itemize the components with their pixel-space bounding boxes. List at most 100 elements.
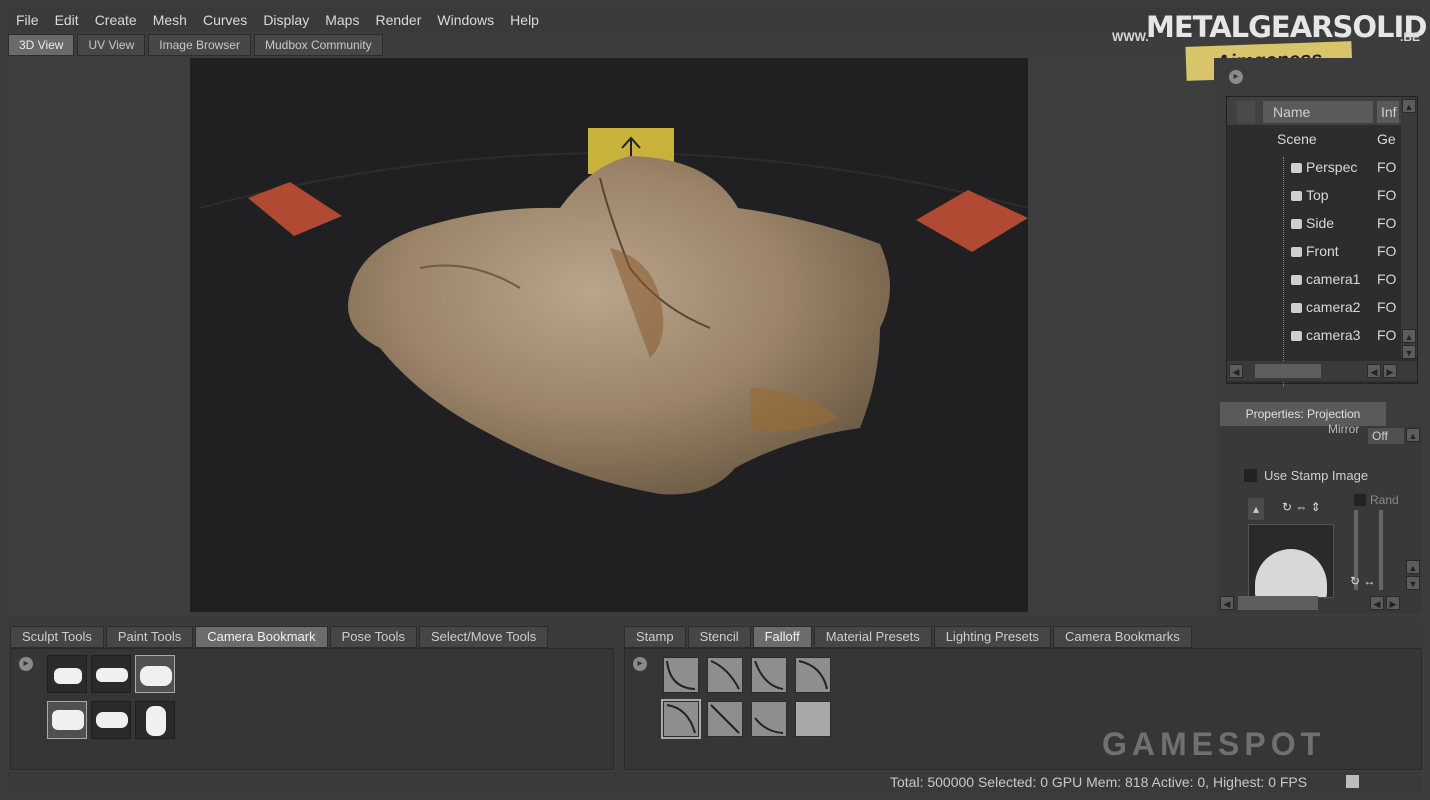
camera-bookmark-thumb[interactable]	[91, 655, 131, 693]
outliner-scrollbar-v[interactable]: ▲ ▲ ▼	[1401, 97, 1417, 359]
outliner-row-camera[interactable]: Side FO	[1227, 209, 1399, 237]
row-type: FO	[1377, 243, 1397, 259]
camera-bookmark-thumb[interactable]	[91, 701, 131, 739]
menu-file[interactable]: File	[8, 12, 47, 28]
camera-bookmark-thumb[interactable]	[47, 701, 87, 739]
object-list: Name Inf Scene Ge Perspec FO Top FO Side…	[1226, 96, 1418, 387]
camera-marker-right[interactable]	[916, 190, 1028, 252]
row-type: FO	[1377, 271, 1397, 287]
falloff-preset[interactable]	[663, 657, 699, 693]
scroll-left-icon[interactable]: ◀	[1220, 596, 1234, 610]
use-stamp-checkbox[interactable]	[1244, 469, 1257, 482]
row-name: Top	[1306, 187, 1329, 203]
tab-material-presets[interactable]: Material Presets	[813, 626, 932, 648]
scroll-right-icon[interactable]: ▶	[1383, 364, 1397, 378]
falloff-preset[interactable]	[661, 699, 701, 739]
reset-icon[interactable]: ↻ ↔	[1350, 574, 1375, 588]
camera-icon	[1291, 303, 1302, 313]
camera-icon	[1291, 331, 1302, 341]
row-name: Scene	[1277, 131, 1317, 147]
outliner-row-scene[interactable]: Scene Ge	[1227, 125, 1399, 153]
rock-mesh[interactable]	[348, 156, 890, 495]
visibility-icon[interactable]	[1237, 101, 1255, 123]
camera-bookmark-tray: ▸	[10, 648, 614, 770]
tray-menu-icon[interactable]: ▸	[19, 657, 33, 671]
outliner-row-camera[interactable]: Top FO	[1227, 181, 1399, 209]
row-name: Side	[1306, 215, 1335, 231]
camera-bookmark-thumb[interactable]	[47, 655, 87, 693]
scroll-right-icon[interactable]: ▶	[1386, 596, 1400, 610]
col-name[interactable]: Name	[1263, 101, 1373, 123]
outliner-row-camera[interactable]: Perspec FO	[1227, 153, 1399, 181]
tab-paint-tools[interactable]: Paint Tools	[105, 626, 194, 648]
falloff-preset[interactable]	[751, 701, 787, 737]
menu-windows[interactable]: Windows	[429, 12, 502, 28]
scroll-up-icon[interactable]: ▲	[1406, 560, 1420, 574]
menu-render[interactable]: Render	[367, 12, 429, 28]
tab-stencil[interactable]: Stencil	[687, 626, 751, 648]
scroll-down-icon[interactable]: ▼	[1402, 345, 1416, 359]
rotate-flip-icons[interactable]: ↻ ⇔ ⇕	[1282, 500, 1321, 514]
row-type: Ge	[1377, 131, 1396, 147]
row-name: Perspec	[1306, 159, 1358, 175]
tab-3d-view[interactable]: 3D View	[8, 34, 75, 56]
row-name: camera3	[1306, 327, 1361, 343]
tab-camera-bookmarks[interactable]: Camera Bookmarks	[1052, 626, 1192, 648]
outliner-row-camera[interactable]: camera2 FO	[1227, 293, 1399, 321]
camera-bookmark-thumb[interactable]	[135, 655, 175, 693]
col-info[interactable]: Inf	[1377, 101, 1399, 123]
scroll-down-icon[interactable]: ▼	[1406, 576, 1420, 590]
watermark-tld: .BE	[1400, 30, 1421, 44]
scroll-left-icon[interactable]: ◀	[1367, 364, 1381, 378]
watermark-www: WWW.	[1112, 30, 1149, 44]
camera-bookmark-thumb[interactable]	[135, 701, 175, 739]
menu-edit[interactable]: Edit	[47, 12, 87, 28]
tab-sculpt-tools[interactable]: Sculpt Tools	[10, 626, 104, 648]
mirror-select[interactable]: Off	[1368, 428, 1404, 444]
scroll-thumb[interactable]	[1255, 364, 1321, 378]
falloff-preset[interactable]	[795, 657, 831, 693]
menu-maps[interactable]: Maps	[317, 12, 367, 28]
expand-icon[interactable]: ▸	[1229, 70, 1243, 84]
scroll-up-icon[interactable]: ▲	[1402, 99, 1416, 113]
menu-create[interactable]: Create	[87, 12, 145, 28]
scroll-up-icon[interactable]: ▲	[1402, 329, 1416, 343]
camera-icon	[1291, 275, 1302, 285]
tab-mudbox-community[interactable]: Mudbox Community	[253, 34, 383, 56]
falloff-preset[interactable]	[751, 657, 787, 693]
outliner-row-camera[interactable]: camera3 FO	[1227, 321, 1399, 349]
falloff-preset[interactable]	[707, 657, 743, 693]
falloff-preset[interactable]	[795, 701, 831, 737]
menu-help[interactable]: Help	[502, 12, 547, 28]
falloff-preset[interactable]	[707, 701, 743, 737]
scroll-left-icon[interactable]: ◀	[1229, 364, 1243, 378]
tab-image-browser[interactable]: Image Browser	[148, 34, 251, 56]
tab-camera-bookmark[interactable]: Camera Bookmark	[195, 626, 328, 648]
outliner-scrollbar-h[interactable]: ◀ ◀ ▶	[1227, 361, 1417, 381]
scroll-thumb[interactable]	[1238, 596, 1318, 610]
menu-curves[interactable]: Curves	[195, 12, 255, 28]
outliner-row-camera[interactable]: camera1 FO	[1227, 265, 1399, 293]
camera-icon	[1291, 163, 1302, 173]
tab-pose-tools[interactable]: Pose Tools	[329, 626, 417, 648]
3d-viewport[interactable]	[190, 58, 1028, 612]
tab-stamp[interactable]: Stamp	[624, 626, 686, 648]
random-checkbox[interactable]	[1354, 494, 1366, 506]
tab-lighting-presets[interactable]: Lighting Presets	[933, 626, 1051, 648]
right-tray-tabs: Stamp Stencil Falloff Material Presets L…	[624, 626, 1194, 648]
camera-marker-left[interactable]	[248, 182, 342, 236]
scroll-up-icon[interactable]: ▲	[1406, 428, 1420, 442]
stamp-picker-icon[interactable]: ▴	[1248, 498, 1264, 520]
tab-select-move-tools[interactable]: Select/Move Tools	[418, 626, 549, 648]
scroll-left-icon[interactable]: ◀	[1370, 596, 1384, 610]
tab-uv-view[interactable]: UV View	[77, 34, 146, 56]
row-name: camera2	[1306, 299, 1361, 315]
tray-menu-icon[interactable]: ▸	[633, 657, 647, 671]
tab-falloff[interactable]: Falloff	[752, 626, 812, 648]
outliner-row-camera[interactable]: Front FO	[1227, 237, 1399, 265]
slider-track[interactable]	[1379, 510, 1383, 590]
stamp-preview[interactable]	[1248, 524, 1334, 598]
menu-display[interactable]: Display	[255, 12, 317, 28]
properties-tab[interactable]: Properties: Projection	[1220, 402, 1386, 426]
menu-mesh[interactable]: Mesh	[145, 12, 195, 28]
